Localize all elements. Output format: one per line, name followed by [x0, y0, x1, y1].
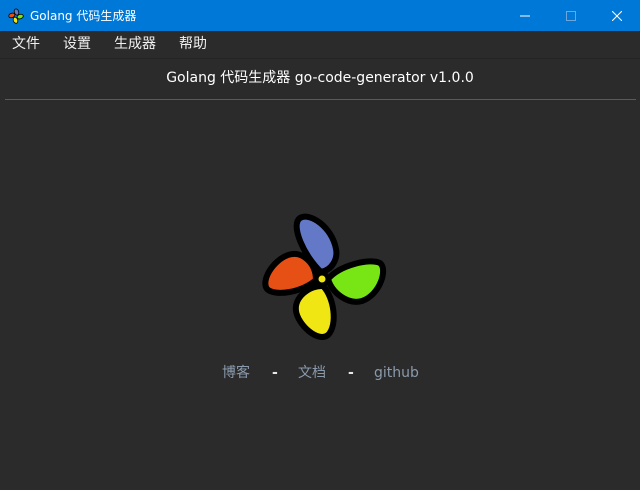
close-icon [612, 10, 622, 21]
link-separator: - [348, 365, 354, 381]
window-title: Golang 代码生成器 [30, 9, 137, 23]
app-logo [260, 213, 390, 343]
docs-link[interactable]: 文档 [298, 362, 326, 384]
github-link[interactable]: github [374, 362, 419, 384]
minimize-button[interactable] [502, 0, 548, 31]
page-title: Golang 代码生成器 go-code-generator v1.0.0 [166, 70, 474, 86]
menu-generator[interactable]: 生成器 [102, 31, 167, 58]
menu-bar: 文件 设置 生成器 帮助 [0, 31, 640, 59]
maximize-icon [566, 10, 576, 21]
menu-settings[interactable]: 设置 [51, 31, 102, 58]
footer-links: 博客 - 文档 - github [0, 362, 640, 384]
window-titlebar: Golang 代码生成器 [0, 0, 640, 31]
blog-link[interactable]: 博客 [222, 362, 250, 384]
window-controls [502, 0, 640, 31]
minimize-icon [520, 15, 530, 16]
app-logo-icon [8, 8, 24, 24]
header-divider [5, 99, 636, 100]
maximize-button[interactable] [548, 0, 594, 31]
menu-help[interactable]: 帮助 [167, 31, 218, 58]
menu-file[interactable]: 文件 [0, 31, 51, 58]
pinwheel-logo-icon [262, 213, 387, 340]
close-button[interactable] [594, 0, 640, 31]
link-separator: - [272, 365, 278, 381]
